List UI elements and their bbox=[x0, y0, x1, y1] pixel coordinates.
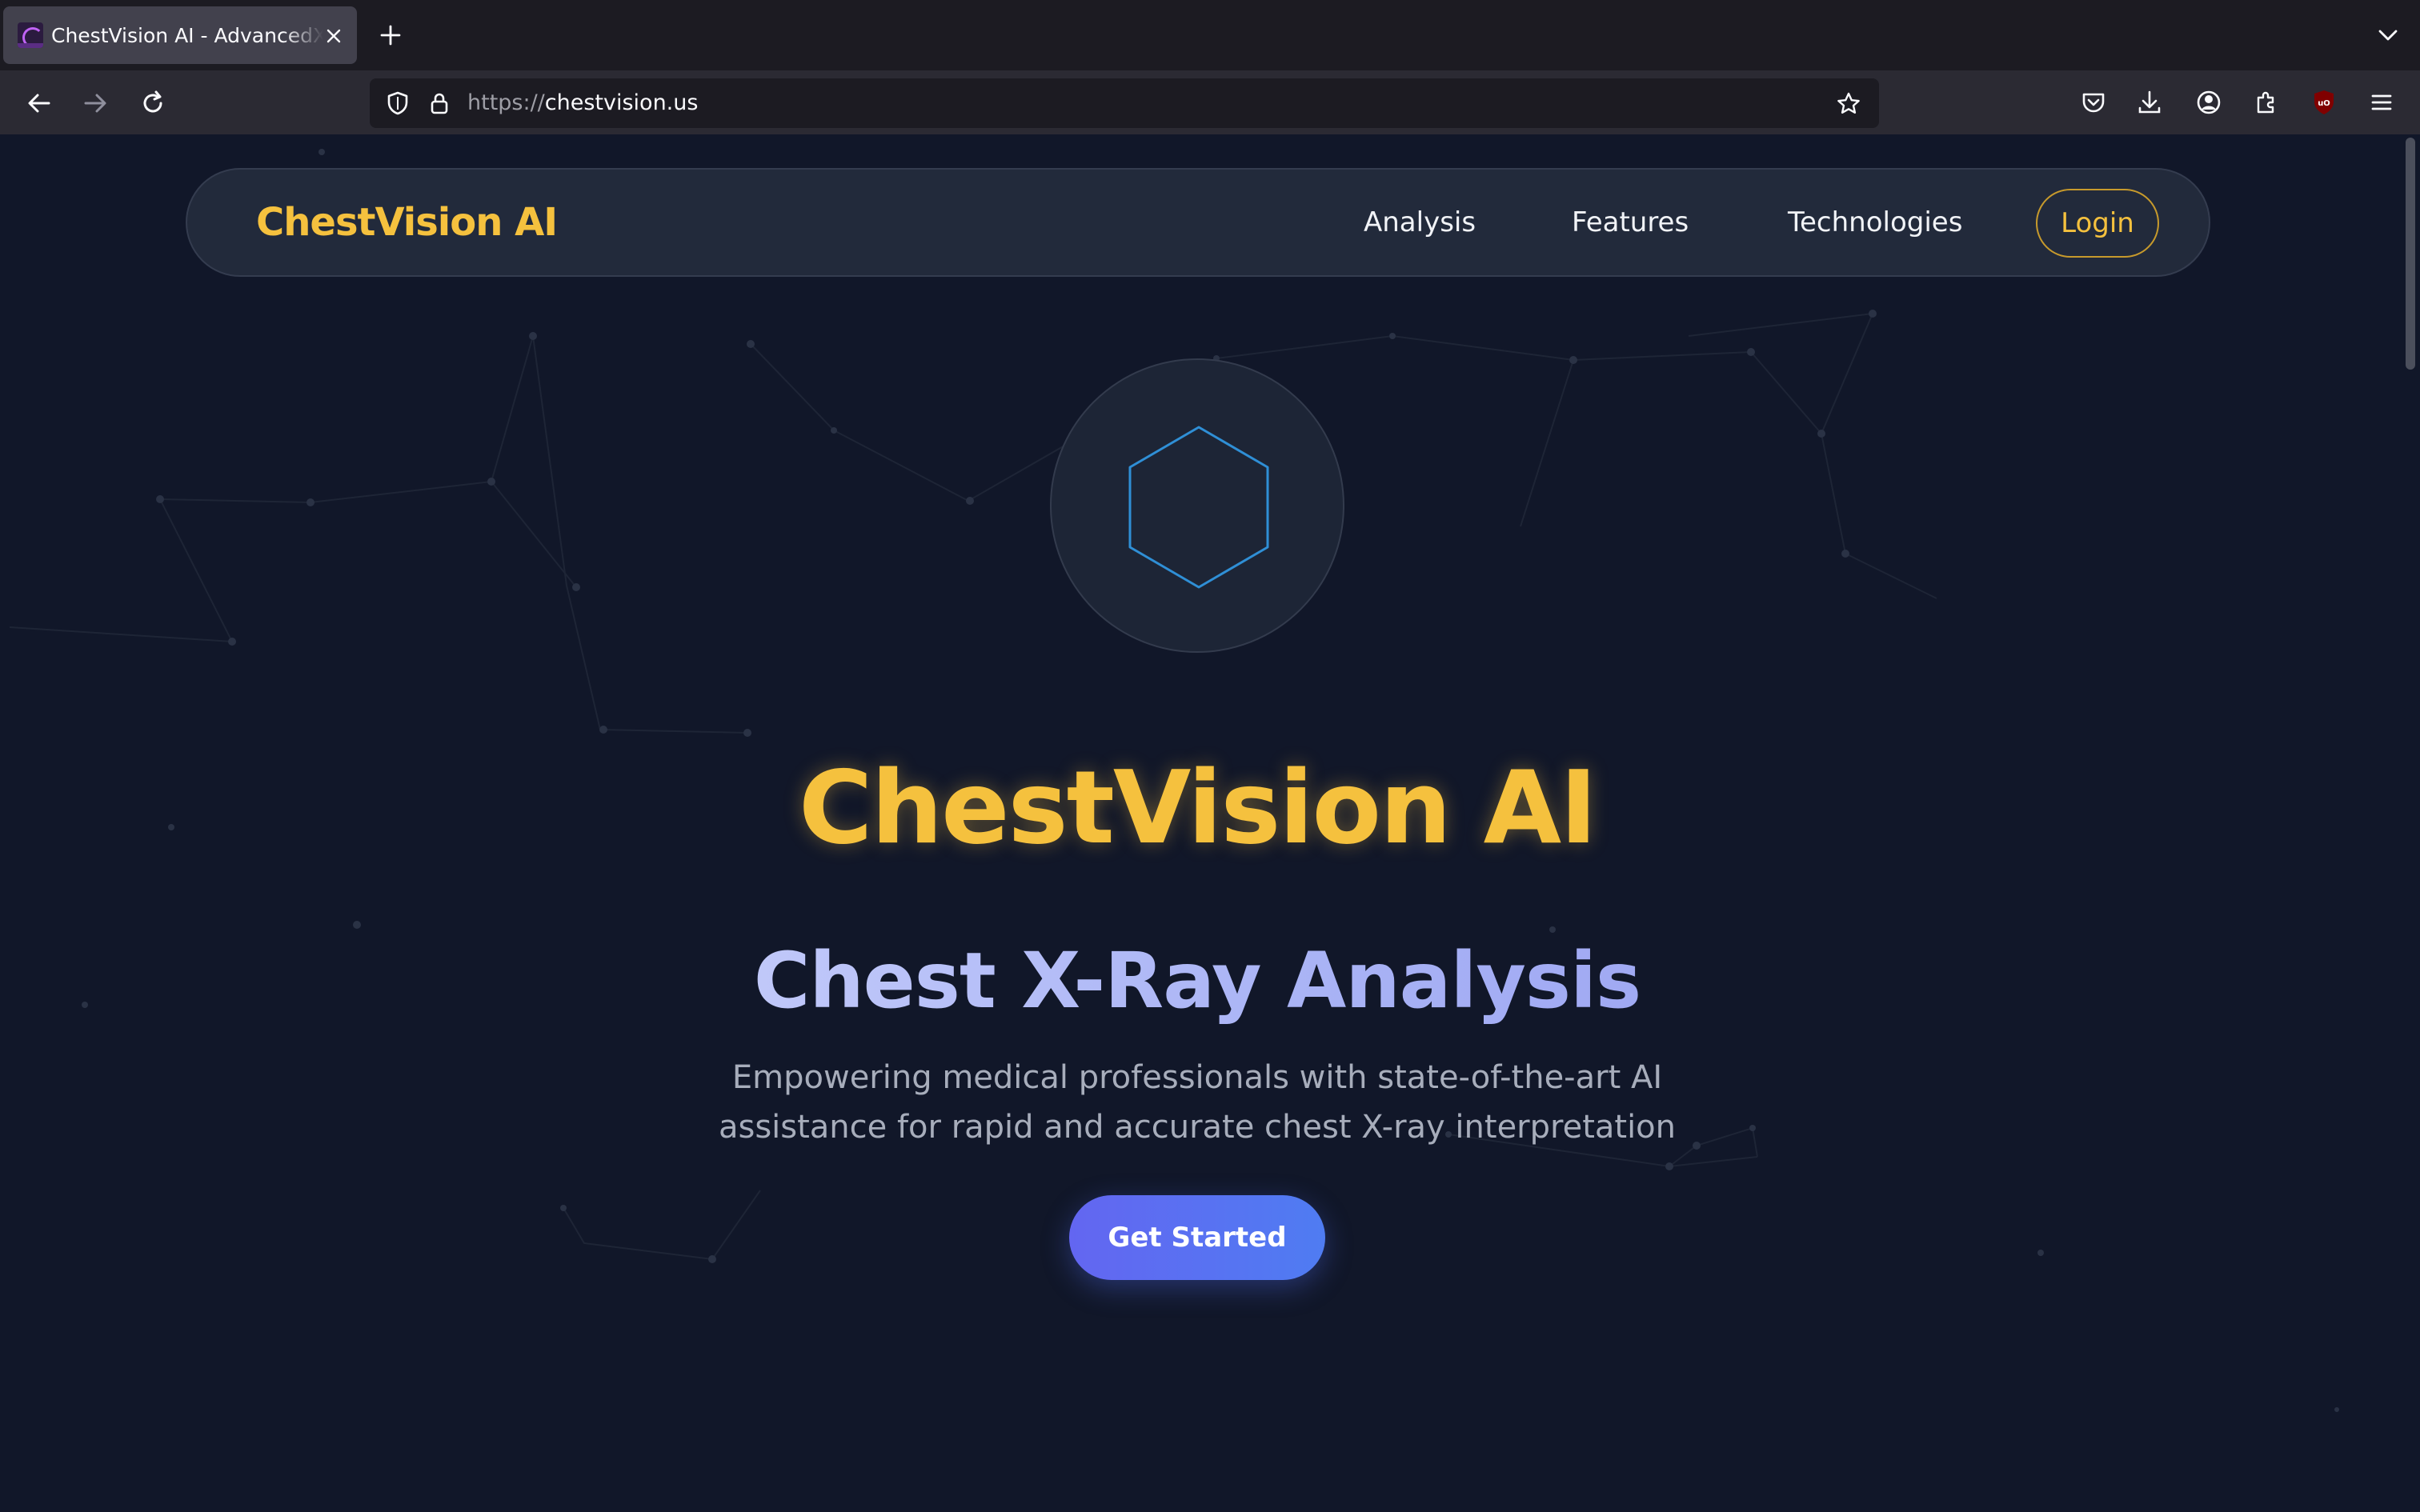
nav-link-features[interactable]: Features bbox=[1572, 203, 1689, 242]
lock-icon[interactable] bbox=[426, 90, 453, 117]
ublock-icon[interactable]: uO bbox=[2308, 86, 2340, 118]
hero-icon-circle bbox=[1050, 358, 1344, 653]
close-tab-icon[interactable] bbox=[322, 24, 346, 48]
browser-window: ChestVision AI - AdvancedX-Ray bbox=[0, 0, 2420, 1512]
page-viewport: ChestVision AI Analysis Features Technol… bbox=[0, 134, 2401, 1512]
hero-description: Empowering medical professionals with st… bbox=[718, 1059, 1677, 1146]
reload-icon[interactable] bbox=[136, 86, 170, 120]
new-tab-icon[interactable] bbox=[376, 21, 405, 50]
address-bar[interactable]: https://chestvision.us bbox=[370, 78, 1879, 128]
url-text[interactable]: https://chestvision.us bbox=[467, 90, 698, 116]
browser-tab[interactable]: ChestVision AI - AdvancedX-Ray bbox=[3, 6, 357, 64]
hexagon-icon bbox=[1128, 426, 1269, 589]
login-button[interactable]: Login bbox=[2036, 189, 2159, 258]
tab-strip: ChestVision AI - AdvancedX-Ray bbox=[0, 0, 2420, 70]
url-protocol: https:// bbox=[467, 90, 545, 115]
url-host: chestvision.us bbox=[544, 90, 699, 115]
hero-title: ChestVision AI bbox=[798, 749, 1597, 866]
bookmark-star-icon[interactable] bbox=[1834, 90, 1863, 118]
svg-text:uO: uO bbox=[2318, 99, 2330, 108]
get-started-button[interactable]: Get Started bbox=[1069, 1195, 1325, 1280]
chevron-down-icon[interactable] bbox=[2374, 21, 2402, 50]
downloads-icon[interactable] bbox=[2134, 86, 2166, 118]
hero-subtitle: Chest X-Ray Analysis bbox=[0, 933, 2394, 1029]
nav-link-technologies[interactable]: Technologies bbox=[1788, 203, 1962, 242]
chestvision-favicon-icon bbox=[18, 22, 43, 48]
site-logo[interactable]: ChestVision AI bbox=[256, 197, 558, 248]
account-icon[interactable] bbox=[2193, 86, 2225, 118]
extensions-icon[interactable] bbox=[2250, 86, 2282, 118]
shield-icon[interactable] bbox=[384, 90, 411, 117]
forward-icon[interactable] bbox=[78, 86, 112, 120]
site-navbar: ChestVision AI Analysis Features Technol… bbox=[186, 168, 2210, 277]
scrollbar-thumb[interactable] bbox=[2406, 138, 2415, 370]
pocket-icon[interactable] bbox=[2077, 86, 2109, 118]
menu-icon[interactable] bbox=[2366, 86, 2398, 118]
tab-title: ChestVision AI - AdvancedX-Ray bbox=[51, 24, 323, 47]
back-icon[interactable] bbox=[22, 86, 56, 120]
nav-link-analysis[interactable]: Analysis bbox=[1364, 203, 1476, 242]
page-scrollbar[interactable] bbox=[2401, 134, 2420, 1512]
